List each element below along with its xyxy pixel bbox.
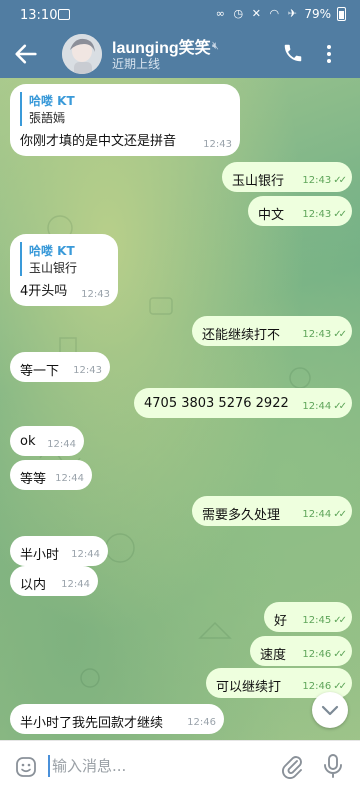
reply-sender: 哈喽 KT	[29, 244, 75, 258]
battery-icon	[337, 7, 346, 21]
message-time: 12:44	[55, 473, 84, 484]
message-time: 12:44	[302, 401, 332, 412]
message-bubble[interactable]: 4705 3803 5276 2922 12:44 ✓✓	[134, 388, 352, 418]
microphone-icon[interactable]	[322, 753, 344, 779]
wifi-icon: ◠	[269, 7, 280, 20]
read-checkmarks-icon: ✓✓	[333, 175, 347, 186]
message-text: 半小时	[20, 548, 60, 563]
last-seen-status: 近期上线	[112, 57, 161, 71]
mute-icon: ✕	[251, 7, 261, 20]
message-text: 4705 3803 5276 2922	[144, 396, 289, 411]
message-text: 玉山银行	[232, 174, 285, 189]
message-bubble[interactable]: 哈喽 KT 玉山银行 4开头吗 12:43	[10, 234, 118, 306]
message-time: 12:43	[73, 365, 102, 376]
message-bubble[interactable]: 哈喽 KT 張語嫣 你刚才填的是中文还是拼音 12:43	[10, 84, 240, 156]
read-checkmarks-icon: ✓✓	[333, 681, 347, 692]
gallery-notification-icon	[58, 9, 70, 20]
message-text: 等等	[20, 472, 47, 487]
message-text: ok	[20, 434, 36, 449]
message-input-bar	[0, 740, 360, 800]
chat-area[interactable]: 哈喽 KT 張語嫣 你刚才填的是中文还是拼音 12:43 玉山银行 12:43 ✓…	[0, 78, 360, 740]
read-checkmarks-icon: ✓✓	[333, 209, 347, 220]
message-meta: 12:43 ✓✓	[302, 175, 347, 186]
message-meta: 12:46 ✓✓	[302, 649, 347, 660]
message-bubble[interactable]: 速度 12:46 ✓✓	[250, 636, 352, 666]
message-text: 速度	[260, 648, 287, 663]
message-text: 中文	[258, 208, 285, 223]
avatar-image	[62, 34, 102, 74]
phone-call-icon[interactable]	[282, 42, 304, 64]
reply-quote[interactable]: 哈喽 KT 張語嫣	[20, 92, 230, 126]
reply-quote[interactable]: 哈喽 KT 玉山银行	[20, 242, 108, 276]
message-text: 以内	[20, 578, 47, 593]
alarm-icon: ◷	[233, 7, 244, 20]
read-checkmarks-icon: ✓✓	[333, 509, 347, 520]
emoji-sticker-icon[interactable]	[14, 755, 38, 779]
message-bubble[interactable]: 玉山银行 12:43 ✓✓	[222, 162, 352, 192]
message-bubble[interactable]: 半小时 12:44	[10, 536, 108, 566]
message-bubble[interactable]: 好 12:45 ✓✓	[264, 602, 352, 632]
message-bubble[interactable]: 需要多久处理 12:44 ✓✓	[192, 496, 352, 526]
back-arrow-icon[interactable]	[12, 40, 40, 68]
reply-sender: 哈喽 KT	[29, 94, 75, 108]
chevron-down-icon	[321, 705, 339, 716]
message-bubble[interactable]: 等一下 12:43	[10, 352, 110, 382]
message-input[interactable]	[52, 753, 262, 779]
message-time: 12:43	[203, 139, 232, 150]
attach-icon[interactable]	[280, 753, 304, 779]
read-checkmarks-icon: ✓✓	[333, 649, 347, 660]
message-text: 好	[274, 614, 288, 629]
scroll-to-bottom-button[interactable]	[312, 692, 348, 728]
message-text: 半小时了我先回款才继续	[20, 716, 164, 731]
status-time: 13:10	[20, 8, 58, 23]
message-text: 需要多久处理	[202, 508, 281, 523]
message-time: 12:44	[302, 509, 332, 520]
message-bubble[interactable]: ok 12:44	[10, 426, 84, 456]
message-time: 12:46	[187, 717, 216, 728]
avatar[interactable]	[62, 34, 102, 74]
message-time: 12:46	[302, 649, 332, 660]
message-time: 12:43	[302, 329, 332, 340]
status-bar: 13:10 ∞ ◷ ✕ ◠ ✈ 79%	[0, 0, 360, 30]
read-checkmarks-icon: ✓✓	[333, 401, 347, 412]
message-meta: 12:43 ✓✓	[302, 209, 347, 220]
airplane-icon: ✈	[287, 7, 297, 20]
text-cursor	[48, 755, 50, 777]
message-text: 4开头吗	[20, 284, 68, 299]
message-time: 12:43	[302, 175, 332, 186]
message-text: 你刚才填的是中文还是拼音	[20, 134, 177, 149]
message-time: 12:44	[61, 579, 90, 590]
message-text: 等一下	[20, 364, 60, 379]
reply-text: 玉山银行	[29, 261, 78, 275]
status-icons: ∞ ◷ ✕ ◠ ✈ 79%	[214, 7, 346, 21]
message-text: 可以继续打	[216, 680, 282, 695]
message-time: 12:45	[302, 615, 332, 626]
link-icon: ∞	[215, 7, 225, 20]
message-time: 12:44	[71, 549, 100, 560]
message-meta: 12:43 ✓✓	[302, 329, 347, 340]
more-options-icon[interactable]	[322, 42, 336, 66]
reply-text: 張語嫣	[29, 111, 66, 125]
read-checkmarks-icon: ✓✓	[333, 615, 347, 626]
message-meta: 12:44 ✓✓	[302, 509, 347, 520]
muted-icon: 🔇︎	[212, 39, 219, 52]
chat-header: launging笑笑 🔇︎ 近期上线	[0, 30, 360, 78]
message-text: 还能继续打不	[202, 328, 281, 343]
message-time: 12:44	[47, 439, 76, 450]
message-bubble[interactable]: 半小时了我先回款才继续 12:46	[10, 704, 224, 734]
message-bubble[interactable]: 还能继续打不 12:43 ✓✓	[192, 316, 352, 346]
message-time: 12:43	[81, 289, 110, 300]
message-meta: 12:46 ✓✓	[302, 681, 347, 692]
message-bubble[interactable]: 以内 12:44	[10, 566, 98, 596]
message-meta: 12:44 ✓✓	[302, 401, 347, 412]
battery-percent: 79%	[304, 7, 331, 21]
message-bubble[interactable]: 等等 12:44	[10, 460, 92, 490]
message-meta: 12:45 ✓✓	[302, 615, 347, 626]
read-checkmarks-icon: ✓✓	[333, 329, 347, 340]
message-time: 12:43	[302, 209, 332, 220]
message-bubble[interactable]: 中文 12:43 ✓✓	[248, 196, 352, 226]
message-time: 12:46	[302, 681, 332, 692]
